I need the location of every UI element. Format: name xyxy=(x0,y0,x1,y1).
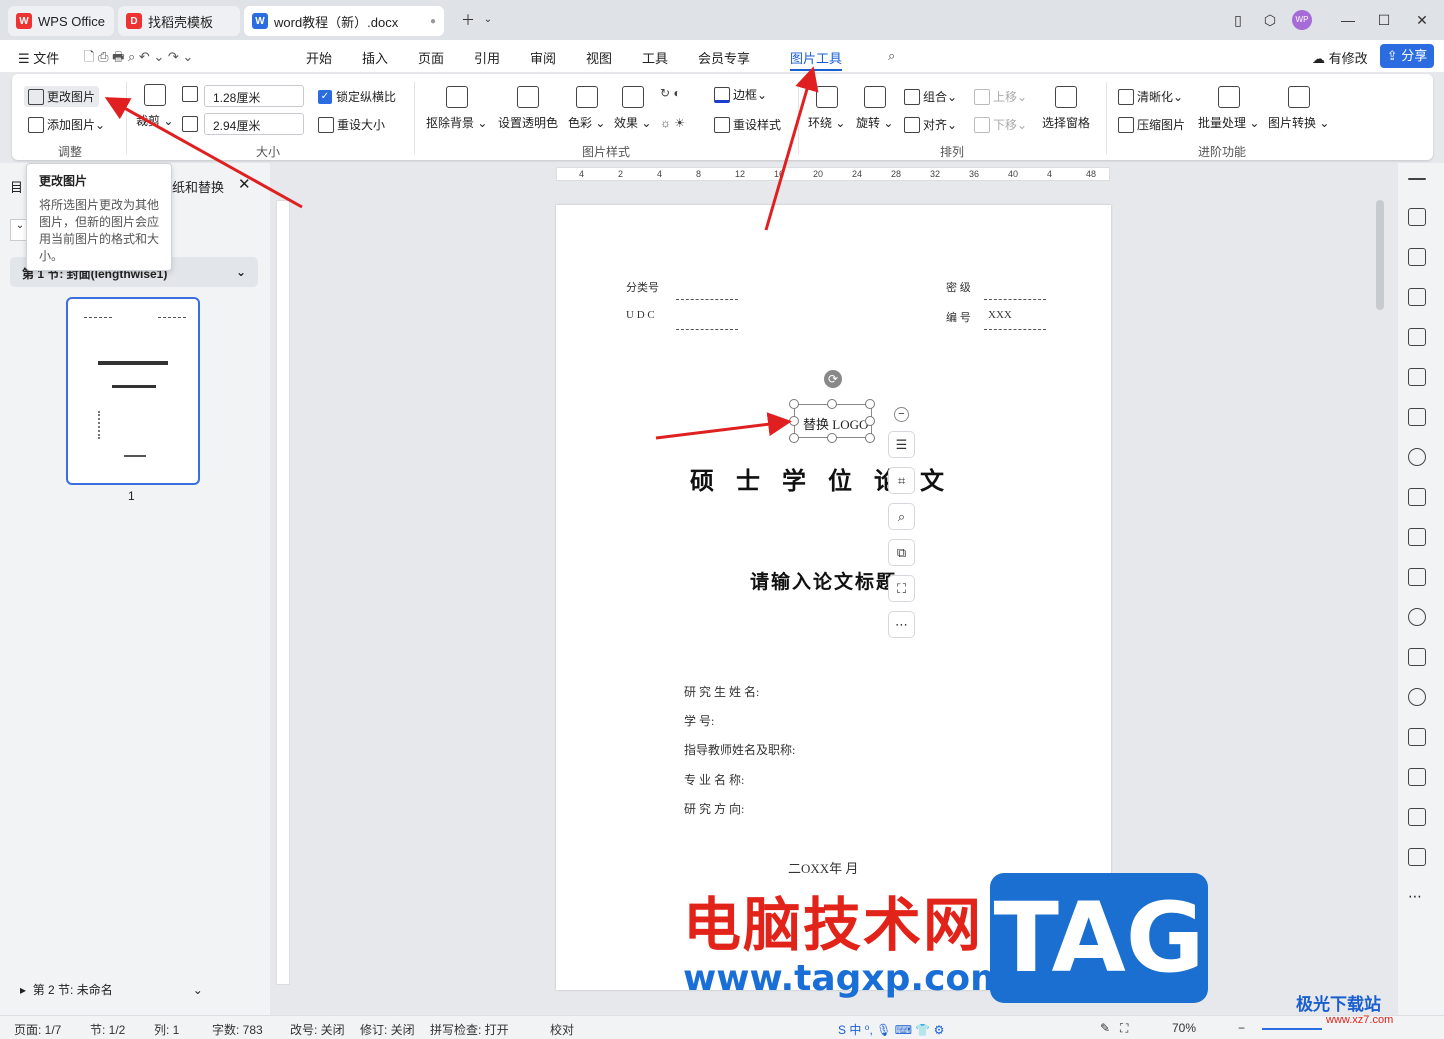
arrow-to-change-image xyxy=(104,97,303,209)
arrow-to-logo xyxy=(655,412,792,440)
arrow-to-picture-tools xyxy=(764,66,819,231)
annotation-arrows xyxy=(104,66,819,440)
